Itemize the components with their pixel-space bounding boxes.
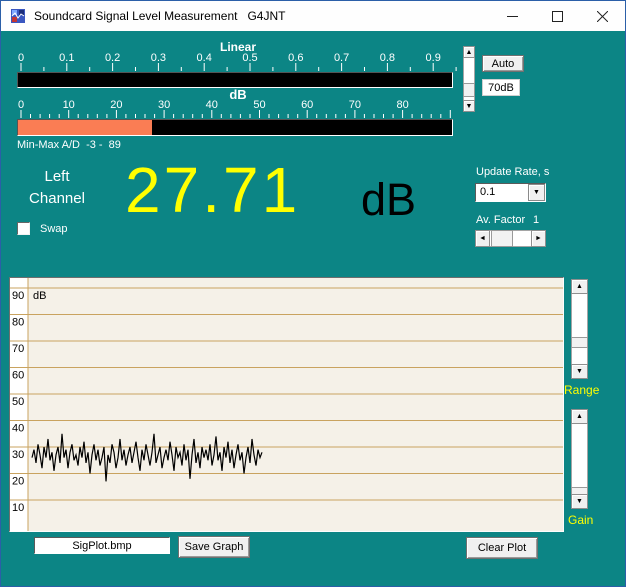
gain-scrollbar[interactable]: ▲ ▼: [571, 409, 588, 509]
up-arrow-icon: ▲: [576, 413, 583, 420]
svg-text:80: 80: [12, 317, 24, 329]
gain-label: Gain: [568, 513, 593, 527]
svg-text:10: 10: [12, 502, 24, 514]
swap-checkbox[interactable]: [17, 222, 30, 235]
range-up-button[interactable]: ▲: [571, 279, 588, 294]
combobox-dropdown-button[interactable]: ▼: [528, 184, 545, 201]
svg-text:40: 40: [206, 99, 218, 111]
signal-plot-panel: 90 80 70 60 50 40 30 20 10 dB: [9, 277, 564, 532]
meter-scale-down-button[interactable]: ▼: [463, 100, 475, 112]
window-title: Soundcard Signal Level Measurement G4JNT: [34, 1, 285, 31]
range-label: Range: [564, 383, 599, 397]
meter-scale-thumb[interactable]: [463, 83, 475, 97]
down-arrow-icon: ▼: [576, 498, 583, 505]
chevron-down-icon: ▼: [533, 189, 540, 196]
svg-text:0: 0: [18, 52, 24, 64]
minimize-icon: [507, 11, 518, 22]
minimize-button[interactable]: [490, 1, 535, 31]
range-thumb[interactable]: [571, 337, 588, 348]
swap-checkbox-label[interactable]: Swap: [40, 223, 68, 235]
av-factor-thumb[interactable]: [491, 230, 513, 247]
update-rate-combobox[interactable]: 0.1 ▼: [475, 183, 546, 202]
svg-text:0.8: 0.8: [380, 52, 395, 64]
down-arrow-icon: ▼: [576, 368, 583, 375]
level-readout-unit: dB: [361, 175, 416, 225]
update-rate-value: 0.1: [480, 186, 495, 198]
meter-scale-scrollbar[interactable]: ▲ ▼: [463, 46, 475, 112]
minmax-ad-label: Min-Max A/D -3 - 89: [17, 139, 121, 151]
signal-plot: 90 80 70 60 50 40 30 20 10 dB: [10, 278, 563, 531]
svg-text:0.5: 0.5: [242, 52, 257, 64]
filename-input[interactable]: [34, 537, 170, 554]
gain-up-button[interactable]: ▲: [571, 409, 588, 424]
close-icon: [597, 11, 608, 22]
svg-text:30: 30: [12, 449, 24, 461]
svg-text:0.3: 0.3: [151, 52, 166, 64]
app-window: Soundcard Signal Level Measurement G4JNT…: [0, 0, 626, 587]
auto-button[interactable]: Auto: [482, 55, 524, 72]
svg-text:60: 60: [12, 370, 24, 382]
av-factor-left-button[interactable]: ◄: [475, 230, 490, 247]
av-factor-scrollbar[interactable]: ◄ ►: [475, 230, 546, 247]
svg-text:0: 0: [18, 99, 24, 111]
svg-text:20: 20: [12, 476, 24, 488]
range-scrollbar[interactable]: ▲ ▼: [571, 279, 588, 379]
up-arrow-icon: ▲: [576, 283, 583, 290]
titlebar: Soundcard Signal Level Measurement G4JNT: [1, 1, 625, 31]
left-arrow-icon: ◄: [479, 235, 486, 242]
svg-text:60: 60: [301, 99, 313, 111]
av-factor-label: Av. Factor: [476, 214, 525, 226]
channel-name: Left Channel: [7, 166, 107, 210]
update-rate-label: Update Rate, s: [476, 166, 549, 178]
svg-text:90: 90: [12, 290, 24, 302]
svg-text:0.2: 0.2: [105, 52, 120, 64]
linear-meter-bar: [17, 72, 453, 88]
maximize-button[interactable]: [535, 1, 580, 31]
svg-text:40: 40: [12, 423, 24, 435]
channel-name-line1: Left: [7, 166, 107, 188]
db-meter-fill: [18, 120, 152, 135]
client-area: Linear 00.10.20.30.40.50.60.70.80.9 dB 0…: [1, 31, 625, 586]
gain-down-button[interactable]: ▼: [571, 494, 588, 509]
scale-70db-button[interactable]: 70dB: [482, 79, 520, 96]
svg-text:0.1: 0.1: [59, 52, 74, 64]
linear-scale-ticks: 0 0.1 0.2 0.3 0.4 0.5 0.6 0.7 0.8 0.9: [15, 52, 465, 72]
db-scale-ticks: 0 10 20 30 40 50 60 70 80: [15, 99, 465, 119]
meter-scale-up-button[interactable]: ▲: [463, 46, 475, 58]
svg-text:70: 70: [349, 99, 361, 111]
save-graph-button[interactable]: Save Graph: [178, 536, 250, 558]
svg-text:10: 10: [63, 99, 75, 111]
svg-text:50: 50: [12, 396, 24, 408]
close-button[interactable]: [580, 1, 625, 31]
svg-text:80: 80: [396, 99, 408, 111]
svg-text:0.6: 0.6: [288, 52, 303, 64]
svg-text:50: 50: [253, 99, 265, 111]
channel-name-line2: Channel: [7, 188, 107, 210]
av-factor-right-button[interactable]: ►: [531, 230, 546, 247]
maximize-icon: [552, 11, 563, 22]
right-arrow-icon: ►: [535, 235, 542, 242]
svg-text:20: 20: [110, 99, 122, 111]
svg-text:70: 70: [12, 343, 24, 355]
level-readout-value: 27.71: [125, 155, 300, 225]
svg-text:0.7: 0.7: [334, 52, 349, 64]
svg-text:0.4: 0.4: [197, 52, 212, 64]
av-factor-value: 1: [533, 214, 539, 226]
svg-text:0.9: 0.9: [426, 52, 441, 64]
range-down-button[interactable]: ▼: [571, 364, 588, 379]
up-arrow-icon: ▲: [466, 49, 473, 56]
down-arrow-icon: ▼: [466, 103, 473, 110]
app-icon: [10, 8, 26, 24]
clear-plot-button[interactable]: Clear Plot: [466, 537, 538, 559]
svg-text:dB: dB: [33, 290, 46, 302]
svg-text:30: 30: [158, 99, 170, 111]
db-meter-bar: [17, 119, 453, 136]
